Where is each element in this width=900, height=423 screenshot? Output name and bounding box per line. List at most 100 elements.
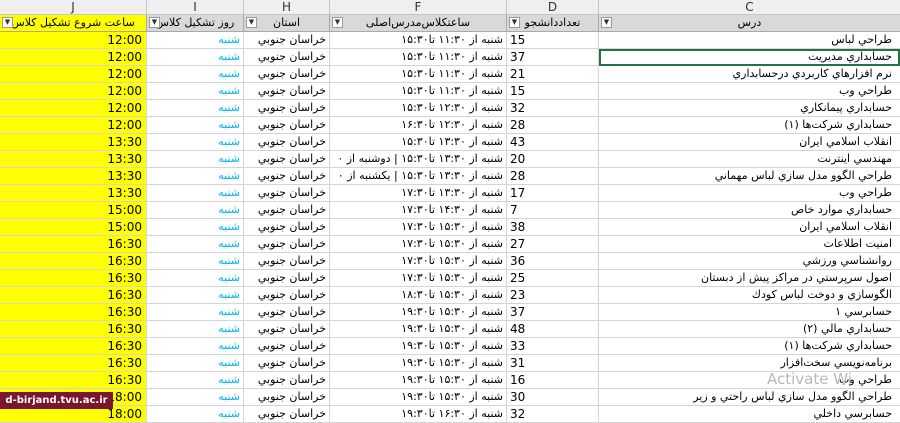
class-time-cell[interactable]: شنبه از ۱۴:۳۰ تا۱۷:۳۰ [330, 202, 507, 219]
class-day-cell[interactable]: شنبه [147, 287, 244, 304]
student-count-cell[interactable]: 43 [507, 134, 599, 151]
course-cell[interactable]: حسابداري شركت‌ها (۱) [599, 117, 900, 134]
course-cell[interactable]: انقلاب اسلامي ايران [599, 219, 900, 236]
class-time-cell[interactable]: شنبه از ۱۲:۳۰ تا۱۵:۳۰ [330, 100, 507, 117]
class-time-cell[interactable]: شنبه از ۱۱:۳۰ تا۱۵:۳۰ [330, 83, 507, 100]
class-day-cell[interactable]: شنبه [147, 66, 244, 83]
course-cell[interactable]: روانشناسي ورزشي [599, 253, 900, 270]
province-cell[interactable]: خراسان جنوبي [244, 151, 330, 168]
start-time-cell[interactable]: 12:00 [0, 32, 147, 49]
class-day-cell[interactable]: شنبه [147, 321, 244, 338]
student-count-cell[interactable]: 17 [507, 185, 599, 202]
filter-dropdown-icon[interactable]: ▼ [332, 17, 343, 28]
header-province[interactable]: استان ▼ [244, 15, 330, 32]
student-count-cell[interactable]: 38 [507, 219, 599, 236]
province-cell[interactable]: خراسان جنوبي [244, 49, 330, 66]
province-cell[interactable]: خراسان جنوبي [244, 66, 330, 83]
province-cell[interactable]: خراسان جنوبي [244, 321, 330, 338]
start-time-cell[interactable]: 12:00 [0, 49, 147, 66]
class-day-cell[interactable]: شنبه [147, 236, 244, 253]
start-time-cell[interactable]: 16:30 [0, 236, 147, 253]
province-cell[interactable]: خراسان جنوبي [244, 219, 330, 236]
class-time-cell[interactable]: شنبه از ۱۲:۳۰ تا۱۶:۳۰ [330, 117, 507, 134]
class-day-cell[interactable]: شنبه [147, 32, 244, 49]
class-time-cell[interactable]: شنبه از ۱۵:۳۰ تا۱۹:۳۰ [330, 321, 507, 338]
class-time-cell[interactable]: شنبه از ۱۵:۳۰ تا۱۹:۳۰ [330, 372, 507, 389]
province-cell[interactable]: خراسان جنوبي [244, 338, 330, 355]
start-time-cell[interactable]: 12:00 [0, 100, 147, 117]
start-time-cell[interactable]: 16:30 [0, 372, 147, 389]
start-time-cell[interactable]: 16:30 [0, 321, 147, 338]
class-day-cell[interactable]: شنبه [147, 219, 244, 236]
course-cell[interactable]: مهندسي اينترنت [599, 151, 900, 168]
class-day-cell[interactable]: شنبه [147, 168, 244, 185]
course-cell[interactable]: حسابداري مديريت [599, 49, 900, 66]
start-time-cell[interactable]: 13:30 [0, 168, 147, 185]
class-time-cell[interactable]: شنبه از ۱۵:۳۰ تا۱۷:۳۰ [330, 270, 507, 287]
class-day-cell[interactable]: شنبه [147, 134, 244, 151]
student-count-cell[interactable]: 36 [507, 253, 599, 270]
start-time-cell[interactable]: 15:00 [0, 202, 147, 219]
province-cell[interactable]: خراسان جنوبي [244, 406, 330, 423]
class-time-cell[interactable]: شنبه از ۱۵:۳۰ تا۱۹:۳۰ [330, 304, 507, 321]
province-cell[interactable]: خراسان جنوبي [244, 202, 330, 219]
student-count-cell[interactable]: 31 [507, 355, 599, 372]
student-count-cell[interactable]: 7 [507, 202, 599, 219]
class-day-cell[interactable]: شنبه [147, 304, 244, 321]
class-time-cell[interactable]: شنبه از ۱۵:۳۰ تا۱۹:۳۰ [330, 389, 507, 406]
header-class-time[interactable]: ساعتکلاس‌مدرس‌اصلی ▼ [330, 15, 507, 32]
class-day-cell[interactable]: شنبه [147, 253, 244, 270]
class-day-cell[interactable]: شنبه [147, 372, 244, 389]
column-letter-D[interactable]: D [507, 0, 599, 15]
column-letter-H[interactable]: H [244, 0, 330, 15]
province-cell[interactable]: خراسان جنوبي [244, 236, 330, 253]
student-count-cell[interactable]: 37 [507, 49, 599, 66]
start-time-cell[interactable]: 16:30 [0, 253, 147, 270]
class-day-cell[interactable]: شنبه [147, 117, 244, 134]
province-cell[interactable]: خراسان جنوبي [244, 304, 330, 321]
column-letter-I[interactable]: I [147, 0, 244, 15]
start-time-cell[interactable]: 13:30 [0, 151, 147, 168]
class-time-cell[interactable]: شنبه از ۱۳:۳۰ تا۱۷:۳۰ [330, 185, 507, 202]
province-cell[interactable]: خراسان جنوبي [244, 32, 330, 49]
student-count-cell[interactable]: 16 [507, 372, 599, 389]
class-day-cell[interactable]: شنبه [147, 83, 244, 100]
student-count-cell[interactable]: 23 [507, 287, 599, 304]
course-cell[interactable]: اصول سرپرستي در مراكز پيش از دبستان [599, 270, 900, 287]
filter-active-icon[interactable]: ▼ [149, 17, 160, 28]
student-count-cell[interactable]: 15 [507, 32, 599, 49]
province-cell[interactable]: خراسان جنوبي [244, 83, 330, 100]
course-cell[interactable]: طراحي وب [599, 83, 900, 100]
student-count-cell[interactable]: 28 [507, 117, 599, 134]
student-count-cell[interactable]: 20 [507, 151, 599, 168]
class-day-cell[interactable]: شنبه [147, 100, 244, 117]
class-day-cell[interactable]: شنبه [147, 151, 244, 168]
course-cell[interactable]: حسابرسي ۱ [599, 304, 900, 321]
class-day-cell[interactable]: شنبه [147, 202, 244, 219]
course-cell[interactable]: طراحي الگوو مدل سازي لباس راحتي و زير [599, 389, 900, 406]
course-cell[interactable]: انقلاب اسلامي ايران [599, 134, 900, 151]
province-cell[interactable]: خراسان جنوبي [244, 270, 330, 287]
filter-dropdown-icon[interactable]: ▼ [601, 17, 612, 28]
start-time-cell[interactable]: 16:30 [0, 304, 147, 321]
column-letter-J[interactable]: J [0, 0, 147, 15]
class-time-cell[interactable]: شنبه از ۱۵:۳۰ تا۱۷:۳۰ [330, 253, 507, 270]
class-time-cell[interactable]: شنبه از ۱۱:۳۰ تا۱۵:۳۰ [330, 49, 507, 66]
student-count-cell[interactable]: 15 [507, 83, 599, 100]
column-letter-F[interactable]: F [330, 0, 507, 15]
start-time-cell[interactable]: 12:00 [0, 117, 147, 134]
filter-dropdown-icon[interactable]: ▼ [509, 17, 520, 28]
start-time-cell[interactable]: 13:30 [0, 134, 147, 151]
class-day-cell[interactable]: شنبه [147, 49, 244, 66]
header-class-day[interactable]: روز تشکیل کلاس ▼ [147, 15, 244, 32]
class-day-cell[interactable]: شنبه [147, 406, 244, 423]
student-count-cell[interactable]: 25 [507, 270, 599, 287]
start-time-cell[interactable]: 12:00 [0, 83, 147, 100]
class-time-cell[interactable]: شنبه از ۱۶:۳۰ تا۱۹:۳۰ [330, 406, 507, 423]
start-time-cell[interactable]: 16:30 [0, 338, 147, 355]
filter-dropdown-icon[interactable]: ▼ [246, 17, 257, 28]
province-cell[interactable]: خراسان جنوبي [244, 355, 330, 372]
filter-dropdown-icon[interactable]: ▼ [2, 17, 13, 28]
course-cell[interactable]: نرم افزارهاي كاربردي درحسابداري [599, 66, 900, 83]
course-cell[interactable]: حسابداري مالي (۲) [599, 321, 900, 338]
